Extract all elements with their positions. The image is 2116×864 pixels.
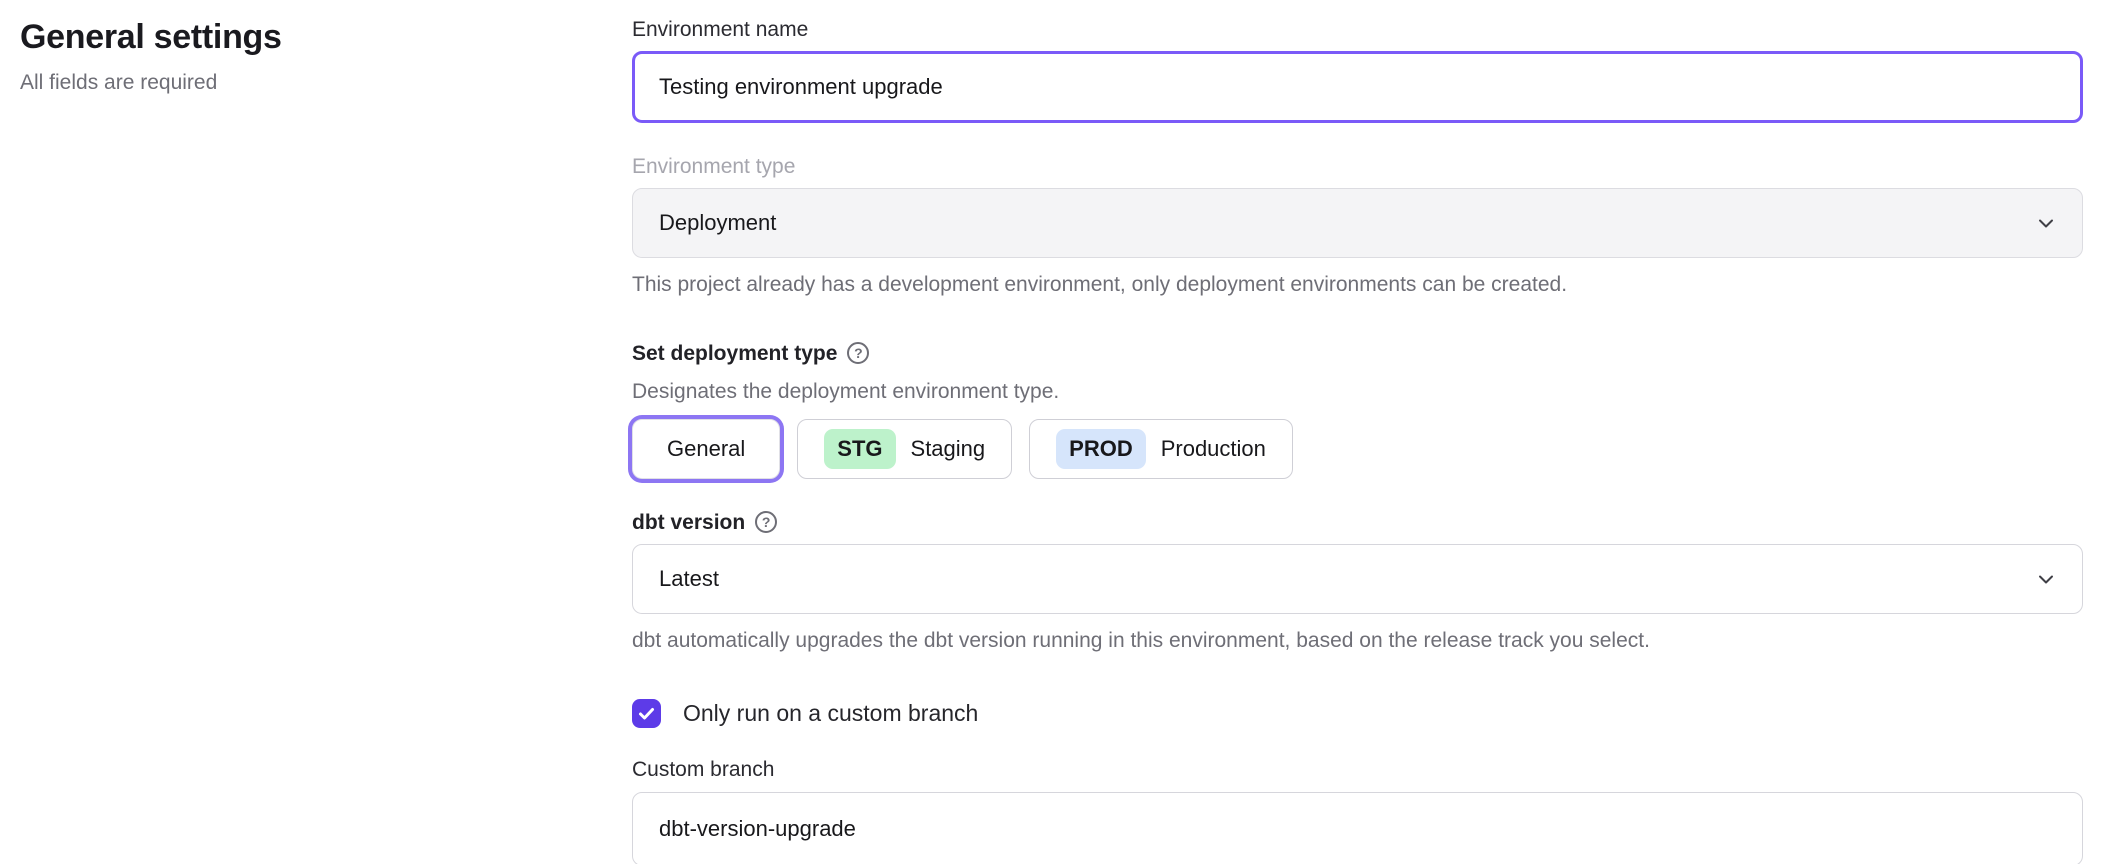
chevron-down-icon (2034, 567, 2058, 591)
settings-page: General settings All fields are required… (0, 0, 2116, 864)
custom-branch-input[interactable] (632, 792, 2083, 864)
help-icon[interactable]: ? (755, 511, 777, 533)
production-badge: PROD (1056, 429, 1146, 469)
deployment-type-options: General STG Staging PROD Production (632, 419, 2083, 479)
dbt-version-label: dbt version ? (632, 510, 2083, 535)
production-option-label: Production (1161, 436, 1266, 462)
custom-branch-checkbox-label[interactable]: Only run on a custom branch (683, 700, 978, 727)
dbt-version-value: Latest (659, 566, 719, 592)
section-header: General settings All fields are required (0, 0, 632, 864)
deployment-type-helper: Designates the deployment environment ty… (632, 380, 2083, 404)
deployment-type-option-staging[interactable]: STG Staging (797, 419, 1012, 479)
custom-branch-checkbox[interactable] (632, 699, 661, 728)
deployment-type-option-production[interactable]: PROD Production (1029, 419, 1293, 479)
custom-branch-label: Custom branch (632, 757, 2083, 782)
help-icon[interactable]: ? (847, 342, 869, 364)
deployment-type-label: Set deployment type ? (632, 341, 2083, 366)
staging-option-label: Staging (911, 436, 986, 462)
environment-type-label: Environment type (632, 154, 2083, 179)
dbt-version-label-text: dbt version (632, 510, 745, 535)
environment-type-value: Deployment (659, 210, 776, 236)
dbt-version-select[interactable]: Latest (632, 544, 2083, 614)
environment-name-input[interactable] (632, 51, 2083, 123)
environment-type-select[interactable]: Deployment (632, 188, 2083, 258)
deployment-type-label-text: Set deployment type (632, 341, 837, 366)
general-option-label: General (667, 436, 745, 462)
settings-form: Environment name Environment type Deploy… (632, 0, 2083, 864)
chevron-down-icon (2034, 211, 2058, 235)
check-icon (637, 704, 656, 723)
dbt-version-helper: dbt automatically upgrades the dbt versi… (632, 627, 2083, 654)
environment-type-helper: This project already has a development e… (632, 271, 2083, 298)
staging-badge: STG (824, 429, 895, 469)
custom-branch-toggle-row: Only run on a custom branch (632, 699, 2083, 728)
page-subtitle: All fields are required (20, 71, 632, 95)
page-title: General settings (20, 16, 632, 59)
environment-name-label: Environment name (632, 17, 2083, 42)
deployment-type-option-general[interactable]: General (632, 419, 780, 479)
